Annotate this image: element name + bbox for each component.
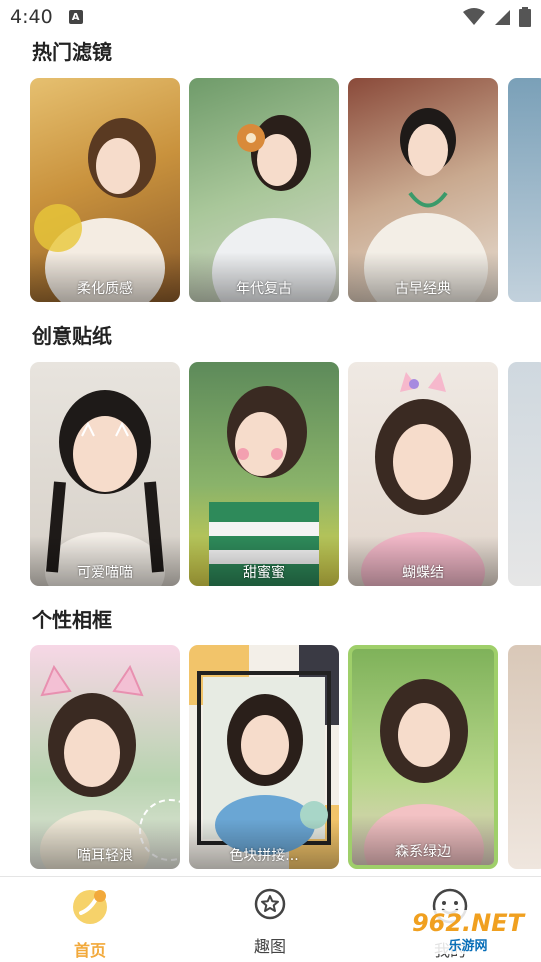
watermark-bottom-text: 乐游网	[448, 938, 488, 954]
frames-row[interactable]: 喵耳轻浪 色块拼接... 森系绿边	[30, 645, 541, 871]
hot-filters-row[interactable]: 柔化质感 年代复古 古早经典	[30, 78, 541, 304]
sticker-card-cat[interactable]: 可爱喵喵	[30, 362, 180, 586]
card-label: 甜蜜蜜	[243, 565, 285, 581]
filter-card-retro[interactable]: 年代复古	[189, 78, 339, 302]
frame-card-color-blocks[interactable]: 色块拼接...	[189, 645, 339, 869]
frame-card-peek[interactable]	[508, 645, 541, 869]
section-title-frames: 个性相框	[32, 608, 112, 632]
status-bar: 4:40 A	[0, 0, 541, 34]
status-time: 4:40	[10, 6, 53, 28]
card-label: 可爱喵喵	[77, 565, 133, 581]
battery-icon	[519, 7, 531, 27]
filter-card-classic[interactable]: 古早经典	[348, 78, 498, 302]
tab-fun-images-label: 趣图	[253, 937, 286, 956]
filter-card-soft[interactable]: 柔化质感	[30, 78, 180, 302]
watermark-top-text: 962.NET	[411, 908, 525, 937]
section-title-hot-filters: 热门滤镜	[32, 40, 112, 64]
sticker-card-peek[interactable]	[508, 362, 541, 586]
sticker-card-bow[interactable]: 蝴蝶结	[348, 362, 498, 586]
site-watermark: 962.NET 乐游网	[402, 910, 534, 954]
tab-fun-images[interactable]: 趣图	[225, 887, 315, 957]
filter-card-peek[interactable]	[508, 78, 541, 302]
stickers-row[interactable]: 可爱喵喵 甜蜜蜜 蝴蝶结	[30, 362, 541, 588]
card-label: 喵耳轻浪	[77, 848, 133, 864]
card-label: 年代复古	[236, 281, 292, 297]
signal-icon	[495, 10, 510, 25]
frame-card-cat-ears[interactable]: 喵耳轻浪	[30, 645, 180, 869]
card-label: 色块拼接...	[229, 848, 299, 864]
notification-a-icon: A	[68, 10, 83, 24]
card-label: 蝴蝶结	[402, 565, 444, 581]
star-circle-icon	[254, 888, 286, 920]
home-banana-icon	[73, 890, 107, 924]
tab-home-label: 首页	[73, 941, 106, 960]
status-left: 4:40 A	[10, 6, 83, 28]
card-label: 古早经典	[395, 281, 451, 297]
frame-card-forest-green[interactable]: 森系绿边	[348, 645, 498, 869]
section-title-stickers: 创意贴纸	[32, 324, 112, 348]
tab-home[interactable]: 首页	[45, 887, 135, 961]
card-label: 柔化质感	[77, 281, 133, 297]
status-right	[463, 7, 531, 27]
sticker-card-sweet[interactable]: 甜蜜蜜	[189, 362, 339, 586]
wifi-icon	[463, 8, 485, 25]
card-label: 森系绿边	[395, 844, 451, 860]
